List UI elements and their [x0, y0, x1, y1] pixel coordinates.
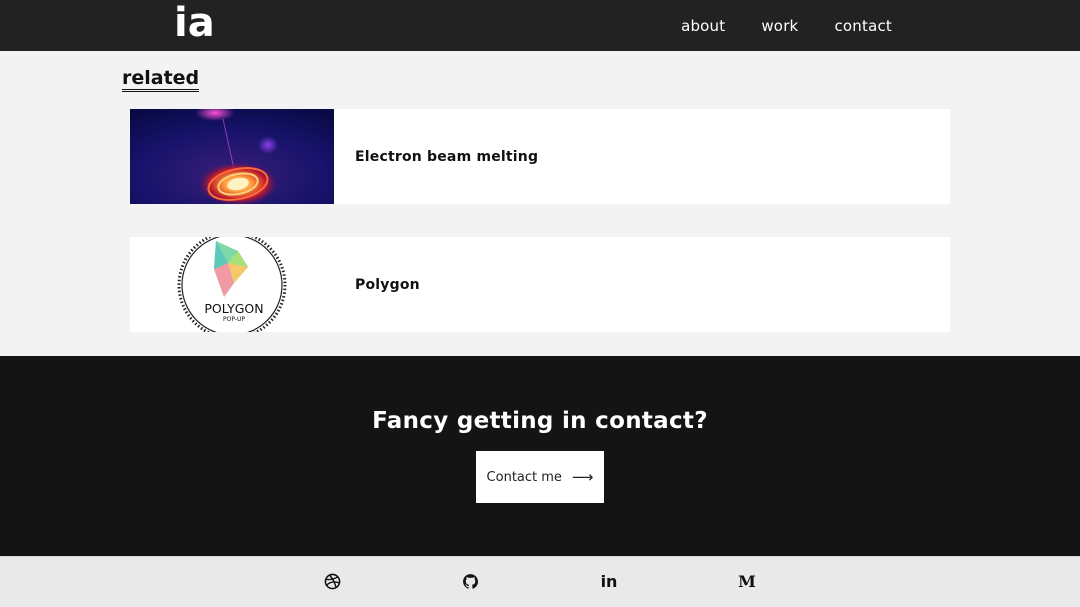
site-header: ia about work contact [0, 0, 1080, 51]
electron-beam-thumbnail [130, 109, 334, 204]
contact-heading: Fancy getting in contact? [372, 408, 708, 434]
electron-beam-image [130, 109, 334, 204]
linkedin-icon: in [600, 571, 618, 591]
nav-link-work[interactable]: work [761, 17, 798, 35]
medium-icon: M [738, 571, 756, 591]
contact-button-label: Contact me [486, 469, 562, 485]
dribbble-link[interactable] [322, 571, 342, 591]
polygon-logo-text: POLYGON [204, 301, 263, 316]
arrow-right-icon: ⟶ [571, 468, 594, 486]
related-card-title: Polygon [355, 276, 420, 293]
github-icon [462, 573, 478, 589]
related-card-electron-beam-melting[interactable]: Electron beam melting [130, 109, 950, 204]
nav-link-contact[interactable]: contact [834, 17, 892, 35]
dribbble-icon [324, 573, 340, 589]
polygon-thumbnail: POLYGON POP-UP [130, 237, 334, 332]
nav-link-about[interactable]: about [681, 17, 725, 35]
site-logo[interactable]: ia [174, 0, 215, 51]
related-card-title: Electron beam melting [355, 148, 539, 165]
related-card-polygon[interactable]: POLYGON POP-UP Polygon [130, 237, 950, 332]
site-footer: in M [0, 556, 1080, 607]
contact-section: Fancy getting in contact? Contact me ⟶ [0, 356, 1080, 556]
polygon-logo-image: POLYGON POP-UP [130, 237, 334, 332]
linkedin-link[interactable]: in [599, 571, 619, 591]
medium-link[interactable]: M [737, 571, 757, 591]
polygon-logo-subtext: POP-UP [223, 316, 245, 323]
related-heading: related [122, 67, 200, 92]
related-section: related Electron beam melting POLYGON PO… [0, 51, 1080, 356]
contact-me-button[interactable]: Contact me ⟶ [476, 451, 604, 503]
github-link[interactable] [460, 571, 480, 591]
main-nav: about work contact [681, 0, 892, 51]
